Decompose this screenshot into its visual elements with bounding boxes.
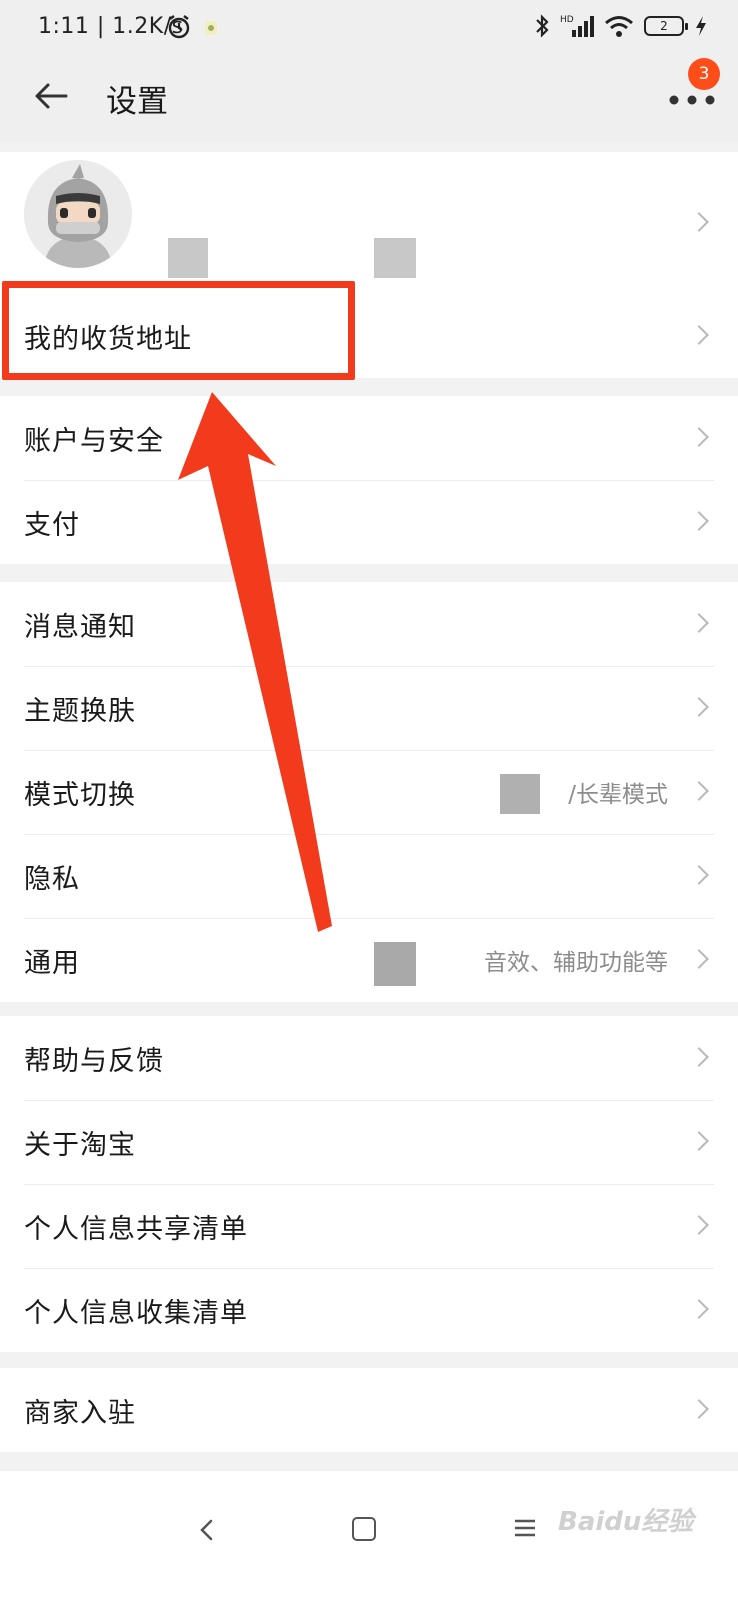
row-label: 个人信息收集清单 <box>24 1297 248 1329</box>
merchant-group: 商家入驻 <box>0 1368 738 1452</box>
notification-badge: 3 <box>688 58 720 90</box>
row-label: 消息通知 <box>24 611 136 643</box>
settings-row-theme[interactable]: 主题换肤 <box>0 666 738 750</box>
battery-icon: 2 <box>644 16 688 36</box>
row-label: 帮助与反馈 <box>24 1045 164 1077</box>
battery-level: 2 <box>660 19 668 33</box>
row-label: 隐私 <box>24 863 80 895</box>
settings-row-info-collection-list[interactable]: 个人信息收集清单 <box>0 1268 738 1352</box>
alarm-icon <box>168 15 190 39</box>
row-label: 个人信息共享清单 <box>24 1213 248 1245</box>
settings-row-privacy[interactable]: 隐私 <box>0 834 738 918</box>
back-arrow-icon[interactable] <box>30 74 74 118</box>
settings-row-payment[interactable]: 支付 <box>0 480 738 564</box>
chevron-right-icon <box>689 613 709 633</box>
chevron-right-icon <box>689 697 709 717</box>
row-label: 账户与安全 <box>24 425 164 457</box>
about-group: 帮助与反馈 关于淘宝 个人信息共享清单 个人信息收集清单 <box>0 1016 738 1352</box>
wifi-icon <box>605 16 633 37</box>
redacted-value <box>500 774 540 814</box>
chevron-right-icon <box>689 865 709 885</box>
row-label: 主题换肤 <box>24 695 136 727</box>
settings-row-merchant-join[interactable]: 商家入驻 <box>0 1368 738 1452</box>
nav-home-icon[interactable] <box>352 1517 376 1541</box>
row-label: 支付 <box>24 509 80 541</box>
row-value: 音效、辅助功能等 <box>484 950 668 976</box>
row-label: 通用 <box>24 947 80 979</box>
status-time: 1:11 | 1.2K/s <box>38 14 184 39</box>
avatar <box>24 160 132 268</box>
settings-row-notifications[interactable]: 消息通知 <box>0 582 738 666</box>
row-label: 商家入驻 <box>24 1397 136 1429</box>
settings-row-mode-switch[interactable]: 模式切换 /长辈模式 <box>0 750 738 834</box>
status-bar: 1:11 | 1.2K/s HD 2 <box>0 0 738 50</box>
signal-icon: HD <box>560 15 594 37</box>
charging-icon <box>696 16 706 36</box>
account-group: 账户与安全 支付 <box>0 396 738 564</box>
redacted-value <box>374 942 416 986</box>
settings-row-general[interactable]: 通用 音效、辅助功能等 <box>0 918 738 1002</box>
bluetooth-icon <box>536 14 549 38</box>
chevron-right-icon <box>689 1399 709 1419</box>
chevron-right-icon <box>689 1299 709 1319</box>
header: 设置 3 <box>0 50 738 142</box>
redacted-name <box>168 238 208 278</box>
chevron-right-icon <box>689 427 709 447</box>
svg-text:HD: HD <box>560 15 574 25</box>
chevron-right-icon <box>689 1215 709 1235</box>
chevron-right-icon <box>689 781 709 801</box>
profile-row[interactable] <box>0 152 738 294</box>
highlight-box <box>2 281 355 380</box>
row-label: 模式切换 <box>24 779 136 811</box>
settings-row-account-security[interactable]: 账户与安全 <box>0 396 738 480</box>
nav-back-icon[interactable] <box>192 1515 222 1545</box>
redacted-info <box>374 238 416 278</box>
shield-icon <box>205 21 217 35</box>
chevron-right-icon <box>689 949 709 969</box>
preferences-group: 消息通知 主题换肤 模式切换 /长辈模式 隐私 通用 音效、辅助功能等 <box>0 582 738 1002</box>
chevron-right-icon <box>689 212 709 232</box>
settings-row-info-sharing-list[interactable]: 个人信息共享清单 <box>0 1184 738 1268</box>
settings-row-about[interactable]: 关于淘宝 <box>0 1100 738 1184</box>
page-title: 设置 <box>106 84 168 120</box>
chevron-right-icon <box>689 325 709 345</box>
settings-row-help-feedback[interactable]: 帮助与反馈 <box>0 1016 738 1100</box>
chevron-right-icon <box>689 1047 709 1067</box>
chevron-right-icon <box>689 1131 709 1151</box>
chevron-right-icon <box>689 511 709 531</box>
system-nav-bar: Baidu经验 <box>0 1470 738 1600</box>
profile-group <box>0 152 738 294</box>
nav-menu-icon[interactable] <box>512 1517 538 1539</box>
row-label: 关于淘宝 <box>24 1129 136 1161</box>
row-value: /长辈模式 <box>568 782 668 808</box>
watermark-text: Baidu经验 <box>558 1507 694 1537</box>
